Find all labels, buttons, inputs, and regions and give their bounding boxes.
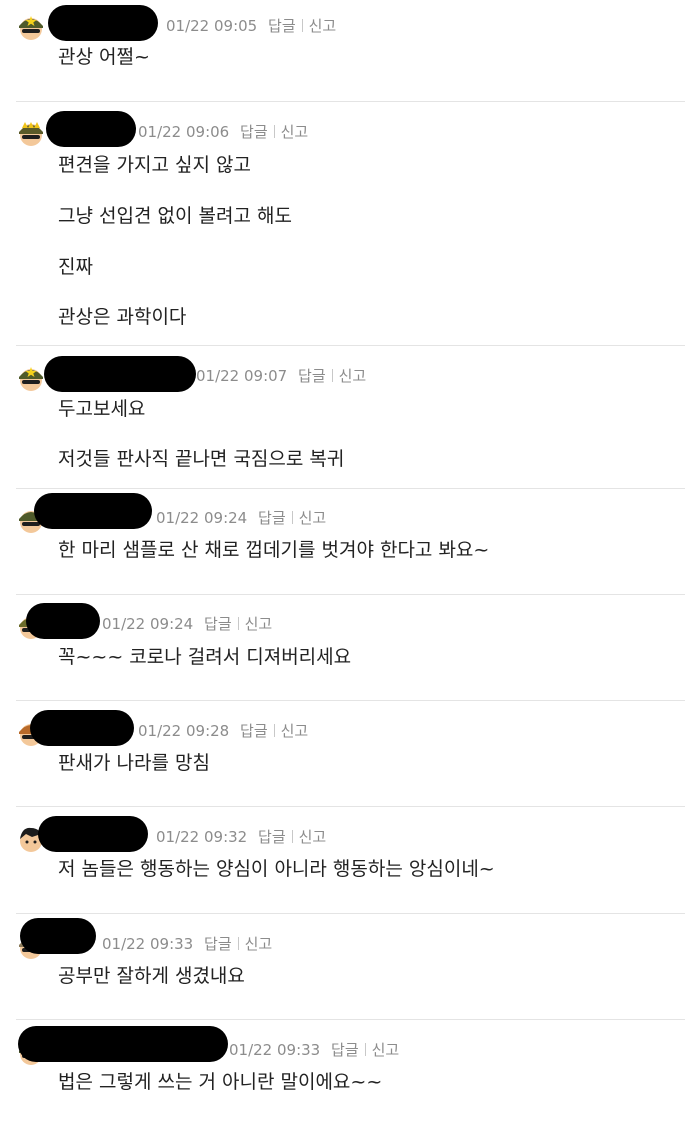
comment-meta: 01/22 09:24 답글 신고 <box>156 508 326 528</box>
comment-divider <box>16 700 685 701</box>
comment-meta: 01/22 09:33 답글 신고 <box>229 1040 399 1060</box>
meta-divider <box>364 1043 366 1056</box>
report-button[interactable]: 신고 <box>372 1041 400 1059</box>
comment-divider <box>16 594 685 595</box>
comment-text: 저 놈들은 행동하는 양심이 아니라 행동하는 앙심이네~ <box>58 858 495 880</box>
redacted-nickname <box>18 1026 228 1062</box>
comment-text: 관상 어쩔~ <box>58 46 150 68</box>
comment-meta: 01/22 09:28 답글 신고 <box>138 721 308 741</box>
comment-meta: 01/22 09:07 답글 신고 <box>196 366 366 386</box>
comment-text: 진짜 <box>58 256 93 278</box>
comment-text: 그냥 선입견 없이 볼려고 해도 <box>58 205 292 227</box>
comment-divider <box>16 101 685 102</box>
comment-divider <box>16 345 685 346</box>
comment-text: 관상은 과학이다 <box>58 306 187 328</box>
comment-time: 01/22 09:33 <box>102 935 194 953</box>
meta-divider <box>237 937 239 950</box>
comment-time: 01/22 09:06 <box>138 123 230 141</box>
reply-button[interactable]: 답글 <box>258 828 286 846</box>
comment-meta: 01/22 09:05 답글 신고 <box>166 16 336 36</box>
redacted-nickname <box>20 918 96 954</box>
meta-divider <box>291 511 293 524</box>
comment-divider <box>16 806 685 807</box>
comment-meta: 01/22 09:24 답글 신고 <box>102 614 272 634</box>
meta-divider <box>331 369 333 382</box>
reply-button[interactable]: 답글 <box>298 367 326 385</box>
avatar-soldier-icon <box>19 122 43 146</box>
report-button[interactable]: 신고 <box>245 615 273 633</box>
redacted-nickname <box>48 5 158 41</box>
redacted-nickname <box>46 111 136 147</box>
redacted-nickname <box>26 603 100 639</box>
report-button[interactable]: 신고 <box>339 367 367 385</box>
report-button[interactable]: 신고 <box>299 509 327 527</box>
comment-time: 01/22 09:05 <box>166 17 258 35</box>
comment-time: 01/22 09:24 <box>102 615 194 633</box>
meta-divider <box>301 19 303 32</box>
report-button[interactable]: 신고 <box>281 123 309 141</box>
reply-button[interactable]: 답글 <box>204 615 232 633</box>
meta-divider <box>273 125 275 138</box>
report-button[interactable]: 신고 <box>299 828 327 846</box>
comment-time: 01/22 09:07 <box>196 367 288 385</box>
reply-button[interactable]: 답글 <box>240 722 268 740</box>
comment-meta: 01/22 09:33 답글 신고 <box>102 934 272 954</box>
avatar-soldier-icon <box>19 16 43 40</box>
report-button[interactable]: 신고 <box>245 935 273 953</box>
meta-divider <box>291 830 293 843</box>
comment-time: 01/22 09:28 <box>138 722 230 740</box>
avatar-soldier-icon <box>19 367 43 391</box>
reply-button[interactable]: 답글 <box>331 1041 359 1059</box>
reply-button[interactable]: 답글 <box>204 935 232 953</box>
comment-meta: 01/22 09:32 답글 신고 <box>156 827 326 847</box>
redacted-nickname <box>30 710 134 746</box>
reply-button[interactable]: 답글 <box>258 509 286 527</box>
comment-time: 01/22 09:33 <box>229 1041 321 1059</box>
comment-meta: 01/22 09:06 답글 신고 <box>138 122 308 142</box>
comment-text: 편견을 가지고 싶지 않고 <box>58 154 251 176</box>
reply-button[interactable]: 답글 <box>268 17 296 35</box>
comment-divider <box>16 488 685 489</box>
meta-divider <box>273 724 275 737</box>
comment-text: 한 마리 샘플로 산 채로 껍데기를 벗겨야 한다고 봐요~ <box>58 539 490 561</box>
comment-text: 저것들 판사직 끝나면 국짐으로 복귀 <box>58 448 345 470</box>
comment-divider <box>16 1019 685 1020</box>
redacted-nickname <box>38 816 148 852</box>
comment-text: 법은 그렇게 쓰는 거 아니란 말이에요~~ <box>58 1071 383 1093</box>
report-button[interactable]: 신고 <box>309 17 337 35</box>
redacted-nickname <box>34 493 152 529</box>
comment-time: 01/22 09:32 <box>156 828 248 846</box>
comment-text: 판새가 나라를 망침 <box>58 752 210 774</box>
comment-text: 꼭~~~ 코로나 걸려서 디져버리세요 <box>58 646 352 668</box>
reply-button[interactable]: 답글 <box>240 123 268 141</box>
comment-text: 두고보세요 <box>58 398 146 420</box>
comment-time: 01/22 09:24 <box>156 509 248 527</box>
meta-divider <box>237 617 239 630</box>
report-button[interactable]: 신고 <box>281 722 309 740</box>
comment-text: 공부만 잘하게 생겼내요 <box>58 965 245 987</box>
redacted-nickname <box>44 356 196 392</box>
comment-divider <box>16 913 685 914</box>
